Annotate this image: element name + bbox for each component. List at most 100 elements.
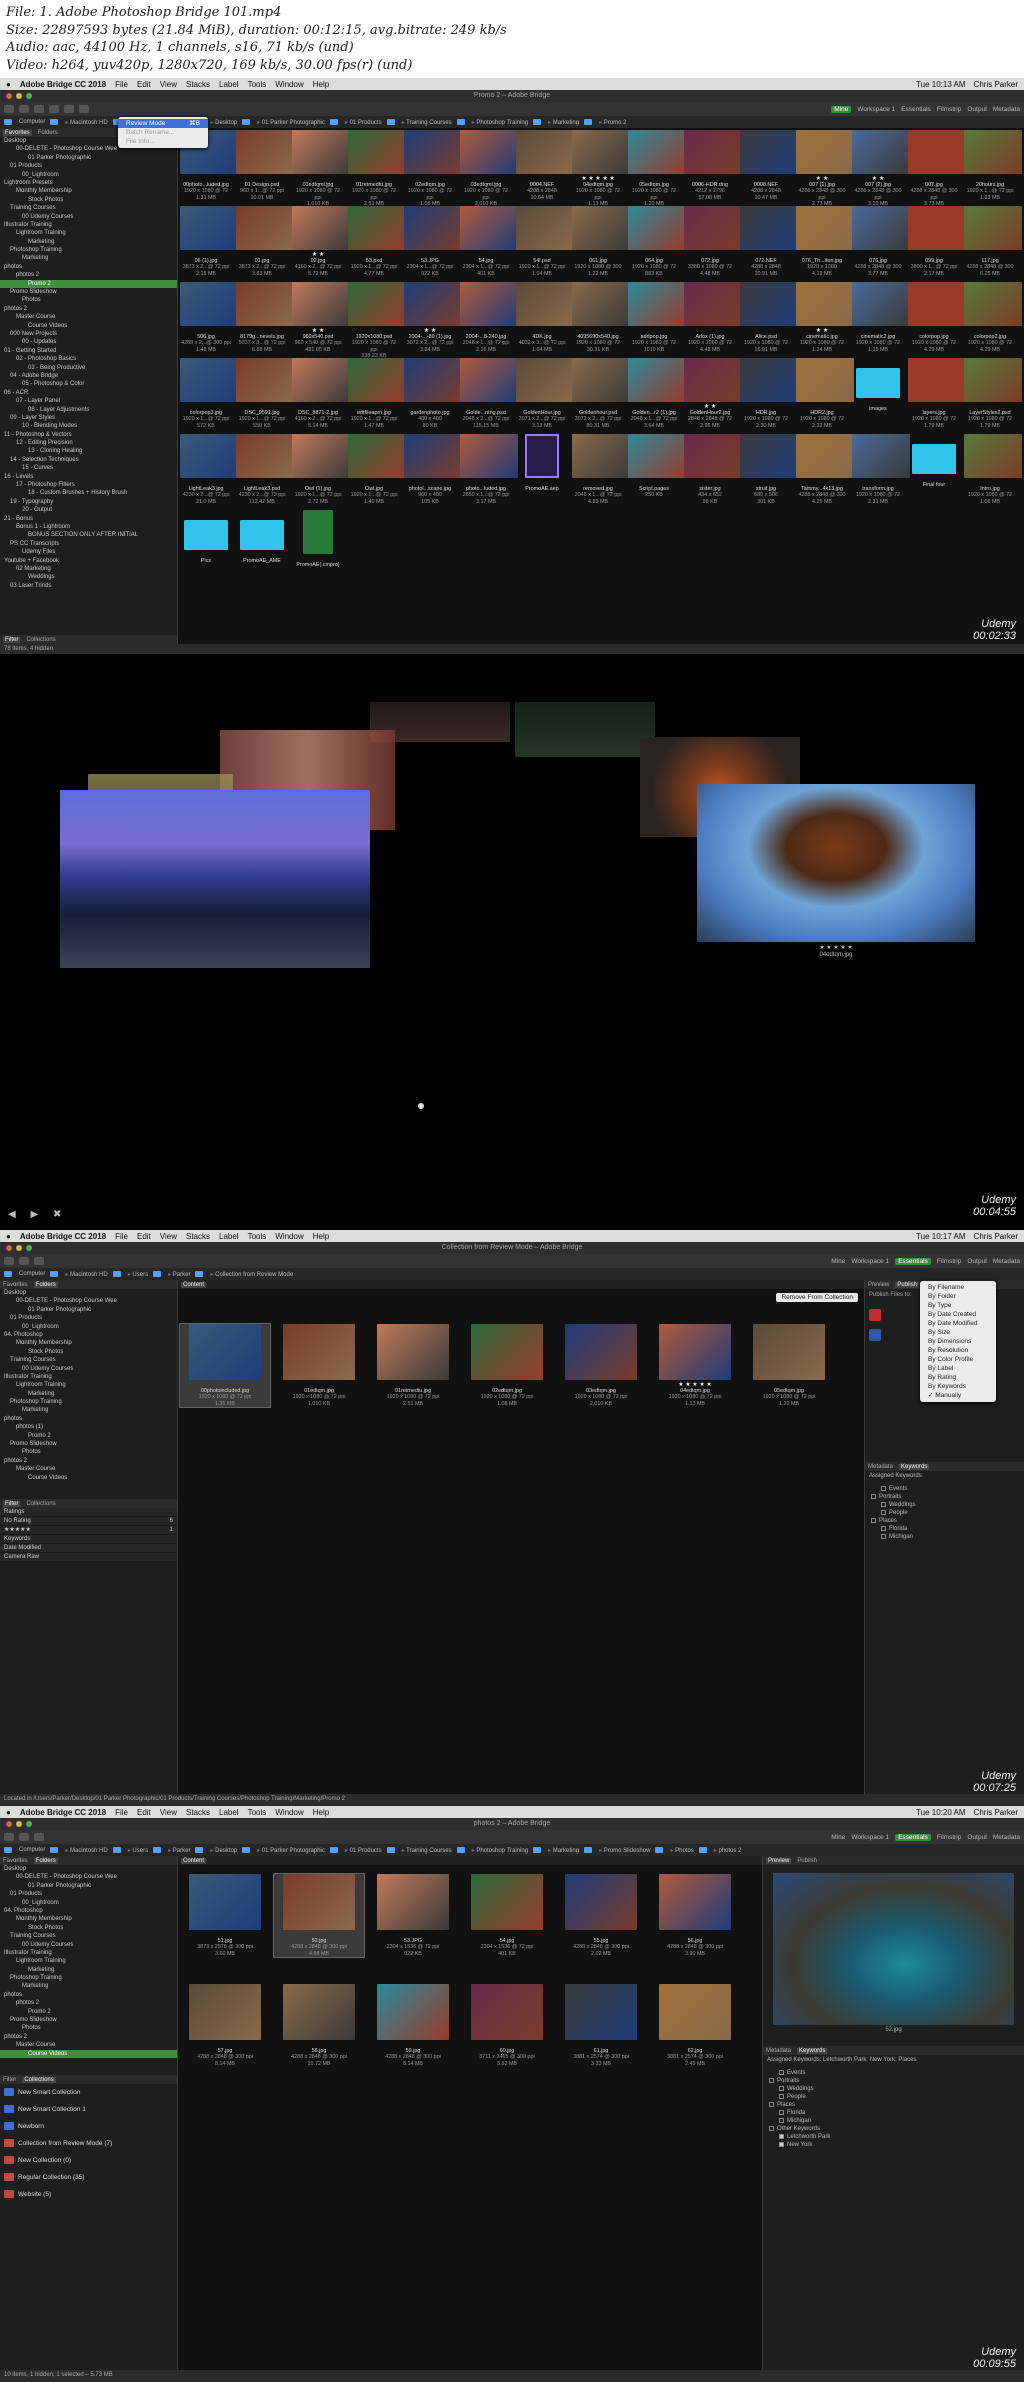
thumbnail[interactable]: 099.jpg 3800 x 1...@ 72 ppi 2.17 MB — [908, 206, 966, 277]
thumbnail[interactable]: Arlox (1).jpg 1920 x 1080 @ 72 4.48 MB — [684, 282, 742, 353]
close-icon[interactable] — [6, 93, 12, 99]
filter-row[interactable]: Camera Raw — [0, 1553, 177, 1562]
thumbnail-image[interactable] — [628, 282, 686, 326]
user-name[interactable]: Chris Parker — [974, 1232, 1018, 1241]
thumbnail[interactable]: Script.pages 250 KB — [628, 434, 686, 499]
thumbnail[interactable]: Owl (1).jpg 1920 x 1...@ 72 ppi 2.72 MB — [292, 434, 350, 505]
tree-item[interactable]: 00-DELETE - Photoshop Course Wee — [0, 1873, 177, 1881]
review-image-left-front[interactable] — [60, 790, 370, 968]
thumbnail[interactable]: ★ ★ 960x540.psd 960 x 540 @ 72 ppi 481.85 K… — [292, 282, 350, 353]
menu-edit[interactable]: Edit — [137, 80, 151, 89]
tab-keywords[interactable]: Keywords — [797, 2047, 828, 2054]
thumbnail-image[interactable] — [292, 282, 350, 326]
thumbnail-image[interactable] — [180, 358, 238, 402]
collection-item[interactable]: New Collection (0) — [0, 2152, 177, 2169]
tree-item[interactable]: 09 - Layer Styles — [0, 414, 177, 422]
thumbnail[interactable]: HDR2.jpg 1920 x 1080 @ 72 2.32 MB — [796, 358, 854, 429]
tree-item[interactable]: 00_Lightroom — [0, 1899, 177, 1907]
breadcrumb-item[interactable]: Collection from Review Mode — [210, 1271, 293, 1278]
thumbnail-image[interactable] — [908, 206, 966, 250]
folder-icon[interactable] — [856, 368, 900, 398]
workspace-metadata[interactable]: Metadata — [993, 1258, 1020, 1265]
thumbnail[interactable]: 54l.psd 1920 x 1...@ 72 ppi 1.04 MB — [516, 206, 574, 277]
thumbnail-image[interactable] — [852, 282, 910, 326]
menu-window[interactable]: Window — [275, 1232, 303, 1241]
thumbnail-image[interactable] — [796, 130, 854, 174]
thumbnail[interactable]: 53.pxd 1920 x 1...@ 72 ppi 4.77 MB — [348, 206, 406, 277]
menu-help[interactable]: Help — [313, 1232, 329, 1241]
thumbnail[interactable]: 02edtqm.jpg 1920 x 1080 @ 72 ppi 1.08 MB — [404, 130, 462, 208]
thumbnail[interactable]: ★ ★ cinematic.jpg 1920 x 1080 @ 72 1.24 MB — [796, 282, 854, 353]
thumbnail[interactable]: 53.JPG 2304 x 1...@ 72 ppi 922 KB — [404, 206, 462, 277]
thumbnail-image[interactable] — [516, 130, 574, 174]
app-name[interactable]: Adobe Bridge CC 2018 — [20, 80, 106, 89]
thumbnail-image[interactable] — [404, 358, 462, 402]
sort-option[interactable]: By Dimensions — [920, 1337, 996, 1346]
tree-item[interactable]: 17 - Photoshop Filters — [0, 481, 177, 489]
thumbnail[interactable]: 03edtqmi.jpg 1920 x 1080 @ 72 ppi 2,010 KB — [460, 130, 518, 208]
thumbnail[interactable]: 8179g...nevels.jpg 5037 x 3...@ 72 ppi 6.8… — [236, 282, 294, 353]
tree-item[interactable]: 03 Laser Trinds — [0, 582, 177, 590]
menu-window[interactable]: Window — [275, 80, 303, 89]
thumbnail-image[interactable] — [189, 1874, 261, 1930]
tree-item[interactable]: Course Videos — [0, 322, 177, 330]
app-name[interactable]: Adobe Bridge CC 2018 — [20, 1808, 106, 1817]
thumbnail-image[interactable] — [628, 206, 686, 250]
menu-batch-rename[interactable]: Batch Rename... — [118, 128, 208, 137]
keyword-item[interactable]: Places — [769, 2101, 1018, 2109]
tree-item[interactable]: 01 Parker Photographic — [0, 1306, 177, 1314]
thumbnail[interactable]: 03edtqm.jpg 1920 x 1080 @ 72 ppi 2,010 KB — [556, 1324, 646, 1407]
forward-icon[interactable] — [19, 105, 29, 113]
menu-help[interactable]: Help — [313, 80, 329, 89]
thumbnail[interactable]: 01 Design.psd 960 x 1...@ 72 ppi 10.01 MB — [236, 130, 294, 201]
tree-item[interactable]: Monthly Membership — [0, 1915, 177, 1923]
preview-image[interactable] — [773, 1873, 1014, 2025]
back-icon[interactable] — [4, 105, 14, 113]
tree-item[interactable]: 11 - Photoshop & Vectors — [0, 431, 177, 439]
thumbnail-image[interactable] — [572, 130, 630, 174]
menu-view[interactable]: View — [160, 80, 177, 89]
thumbnail[interactable]: 01.jpg 3873 x 2...@ 72 ppi 3.83 MB — [236, 206, 294, 277]
forward-icon[interactable] — [19, 1257, 29, 1265]
tree-item[interactable]: photos — [0, 1991, 177, 1999]
tree-item[interactable]: 19 - Typography — [0, 498, 177, 506]
sort-option[interactable]: By Filename — [920, 1283, 996, 1292]
sort-option[interactable]: By Resolution — [920, 1346, 996, 1355]
thumbnail[interactable]: 55.jpg 4288 x 2848 @ 300 ppi 2.02 MB — [556, 1874, 646, 1957]
collection-item[interactable]: New Smart Collection 1 — [0, 2101, 177, 2118]
breadcrumb-item[interactable]: 01 Parker Photographic — [257, 1847, 325, 1854]
tree-item[interactable]: BONUS SECTION ONLY AFTER INITIAL — [0, 531, 177, 539]
thumbnail[interactable]: HDR.jpg 1920 x 1080 @ 72 2.30 MB — [740, 358, 798, 429]
breadcrumb-item[interactable]: Macintosh HD — [65, 1271, 108, 1278]
tree-item[interactable]: Marketing — [0, 1966, 177, 1974]
thumbnail[interactable]: 117.jpg 4288 x 2848 @ 300 6.25 MB — [964, 206, 1022, 277]
thumbnail[interactable]: Goldenhour.psd 3072 x 2...@ 72 ppi 80.31 M… — [572, 358, 630, 429]
workspace-essentials[interactable]: Essentials — [895, 1257, 931, 1265]
checkbox-icon[interactable] — [779, 2069, 784, 2075]
close-icon[interactable] — [6, 1821, 12, 1827]
keyword-item[interactable]: New York — [769, 2141, 1018, 2149]
keyword-item[interactable]: Events — [769, 2069, 1018, 2077]
tree-item[interactable]: Lightroom Training — [0, 1957, 177, 1965]
breadcrumb-item[interactable]: 01 Products — [345, 1847, 382, 1854]
tree-item[interactable]: 04. Photoshop — [0, 1907, 177, 1915]
checkbox-icon[interactable] — [769, 2101, 774, 2107]
workspace-1[interactable]: Workspace 1 — [857, 106, 895, 113]
review-image-back2[interactable] — [515, 702, 655, 757]
tree-item[interactable]: Desktop — [0, 1865, 177, 1873]
thumbnail[interactable]: 01edtqmi.jpg 1920 x 1080 @ 72 ppi 1,010 KB — [292, 130, 350, 208]
tree-item[interactable]: 18 - Custom Brushes + History Brush — [0, 489, 177, 497]
workspace-mine[interactable]: Mine — [831, 1258, 845, 1265]
tree-item[interactable]: photos 2 — [0, 305, 177, 313]
thumbnail-image[interactable] — [377, 1874, 449, 1930]
thumbnail[interactable]: 62.jpg 3881 x 2574 @ 300 ppi 2.49 MB — [650, 1984, 740, 2067]
thumbnail[interactable]: 58.jpg 4288 x 2848 @ 300 ppi 10.72 MB — [274, 1984, 364, 2067]
sort-option[interactable]: By Date Modified — [920, 1319, 996, 1328]
checkbox-icon[interactable] — [881, 1525, 886, 1531]
tree-item[interactable]: Lightroom Training — [0, 229, 177, 237]
thumbnail-image[interactable] — [740, 206, 798, 250]
workspace-mine[interactable]: Mine — [831, 105, 852, 113]
menu-file[interactable]: File — [115, 1808, 128, 1817]
tree-item[interactable]: Weddings — [0, 573, 177, 581]
thumbnail-image[interactable] — [964, 130, 1022, 174]
